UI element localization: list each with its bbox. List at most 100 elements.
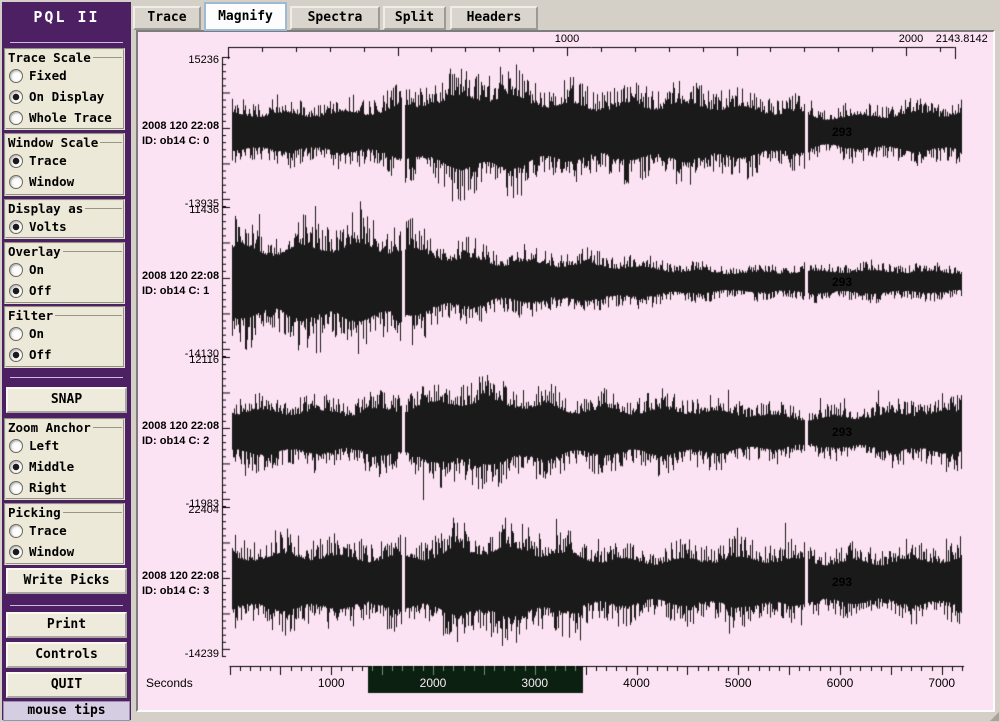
radio-option-fixed[interactable]: Fixed xyxy=(6,65,123,86)
trace-gain-label: 293 xyxy=(832,576,852,588)
bottom-axis-label: 1000 xyxy=(318,677,345,689)
group-title: Window Scale xyxy=(8,135,98,150)
bottom-axis-label: 7000 xyxy=(928,677,955,689)
group-title-rule xyxy=(85,208,122,209)
trace-header-channel: ID: ob14 C: 2 xyxy=(142,435,209,447)
trace-gain-label: 293 xyxy=(832,426,852,438)
radio-selected-icon[interactable] xyxy=(9,220,23,234)
waveform-canvas[interactable] xyxy=(138,32,993,710)
trace-header-datetime: 2008 120 22:08 xyxy=(142,270,219,282)
radio-label: Window xyxy=(29,544,74,559)
group-title-rule xyxy=(93,427,122,428)
radio-option-on[interactable]: On xyxy=(6,323,123,344)
tab-headers[interactable]: Headers xyxy=(450,6,538,30)
radio-unselected-icon[interactable] xyxy=(9,263,23,277)
radio-unselected-icon[interactable] xyxy=(9,481,23,495)
group-trace-scale: Trace Scale Fixed On Display Whole Trace xyxy=(4,48,125,130)
app-title: PQL II xyxy=(2,8,131,26)
trace-ymax-label: 11436 xyxy=(139,204,219,216)
radio-label: Volts xyxy=(29,219,67,234)
group-zoom-anchor: Zoom Anchor Left Middle Right xyxy=(4,418,125,500)
group-title: Trace Scale xyxy=(8,50,91,65)
radio-option-off[interactable]: Off xyxy=(6,344,123,365)
radio-unselected-icon[interactable] xyxy=(9,524,23,538)
group-picking: Picking Trace Window xyxy=(4,503,125,565)
radio-unselected-icon[interactable] xyxy=(9,111,23,125)
trace-ymin-label: -14239 xyxy=(139,648,219,660)
radio-selected-icon[interactable] xyxy=(9,545,23,559)
group-filter: Filter OnOff xyxy=(4,306,125,368)
radio-option-window[interactable]: Window xyxy=(6,541,123,562)
bottom-axis-label: 2000 xyxy=(420,677,447,689)
radio-label: On Display xyxy=(29,89,104,104)
quit-button[interactable]: QUIT xyxy=(6,672,127,698)
tab-magnify[interactable]: Magnify xyxy=(204,2,287,31)
group-title: Overlay xyxy=(8,244,61,259)
radio-label: Fixed xyxy=(29,68,67,83)
sidebar-divider xyxy=(10,42,123,43)
radio-selected-icon[interactable] xyxy=(9,348,23,362)
radio-option-on[interactable]: On xyxy=(6,259,123,280)
radio-option-on-display[interactable]: On Display xyxy=(6,86,123,107)
radio-label: On xyxy=(29,262,44,277)
controls-button[interactable]: Controls xyxy=(6,642,127,668)
group-title-rule xyxy=(93,57,122,58)
radio-label: Middle xyxy=(29,459,74,474)
group-title-rule xyxy=(55,315,122,316)
group-title: Zoom Anchor xyxy=(8,420,91,435)
radio-unselected-icon[interactable] xyxy=(9,69,23,83)
group-display-as: Display as Volts xyxy=(4,199,125,239)
radio-label: Trace xyxy=(29,153,67,168)
radio-label: Left xyxy=(29,438,59,453)
magnify-plot-area: 100020002143.814210002000300040005000600… xyxy=(136,30,995,712)
radio-selected-icon[interactable] xyxy=(9,460,23,474)
radio-unselected-icon[interactable] xyxy=(9,327,23,341)
group-title: Picking xyxy=(8,505,61,520)
seconds-unit-label: Seconds xyxy=(146,677,193,689)
radio-unselected-icon[interactable] xyxy=(9,439,23,453)
trace-header-datetime: 2008 120 22:08 xyxy=(142,420,219,432)
snap-button[interactable]: SNAP xyxy=(6,387,127,413)
radio-option-whole-trace[interactable]: Whole Trace xyxy=(6,107,123,128)
radio-unselected-icon[interactable] xyxy=(9,175,23,189)
radio-option-volts[interactable]: Volts xyxy=(6,216,123,237)
trace-ymax-label: 22404 xyxy=(139,504,219,516)
radio-option-left[interactable]: Left xyxy=(6,435,123,456)
trace-header-datetime: 2008 120 22:08 xyxy=(142,120,219,132)
mouse-tips-button[interactable]: mouse tips xyxy=(3,701,130,721)
trace-header-channel: ID: ob14 C: 3 xyxy=(142,585,209,597)
bottom-axis-label: 5000 xyxy=(725,677,752,689)
radio-option-trace[interactable]: Trace xyxy=(6,520,123,541)
trace-gain-label: 293 xyxy=(832,126,852,138)
sidebar-divider xyxy=(10,377,123,378)
radio-label: Off xyxy=(29,347,52,362)
sidebar: PQL II Trace Scale Fixed On Display Whole … xyxy=(2,2,131,720)
tab-trace[interactable]: Trace xyxy=(133,6,201,30)
radio-selected-icon[interactable] xyxy=(9,90,23,104)
print-button[interactable]: Print xyxy=(6,612,127,638)
top-axis-label: 2000 xyxy=(899,33,923,45)
radio-option-window[interactable]: Window xyxy=(6,171,123,192)
radio-label: Trace xyxy=(29,523,67,538)
radio-option-middle[interactable]: Middle xyxy=(6,456,123,477)
group-title-rule xyxy=(63,251,122,252)
radio-selected-icon[interactable] xyxy=(9,284,23,298)
trace-header-channel: ID: ob14 C: 0 xyxy=(142,135,209,147)
radio-selected-icon[interactable] xyxy=(9,154,23,168)
write-picks-button[interactable]: Write Picks xyxy=(6,568,127,594)
radio-option-right[interactable]: Right xyxy=(6,477,123,498)
resize-grip[interactable] xyxy=(990,712,999,721)
group-title-rule xyxy=(63,512,122,513)
trace-header-datetime: 2008 120 22:08 xyxy=(142,570,219,582)
radio-option-off[interactable]: Off xyxy=(6,280,123,301)
radio-label: Window xyxy=(29,174,74,189)
radio-option-trace[interactable]: Trace xyxy=(6,150,123,171)
top-axis-label: 1000 xyxy=(555,33,579,45)
tab-spectra[interactable]: Spectra xyxy=(290,6,380,30)
bottom-axis-label: 6000 xyxy=(827,677,854,689)
trace-header-channel: ID: ob14 C: 1 xyxy=(142,285,209,297)
group-title: Display as xyxy=(8,201,83,216)
group-title-rule xyxy=(100,142,122,143)
tab-split[interactable]: Split xyxy=(383,6,446,30)
radio-label: Right xyxy=(29,480,67,495)
